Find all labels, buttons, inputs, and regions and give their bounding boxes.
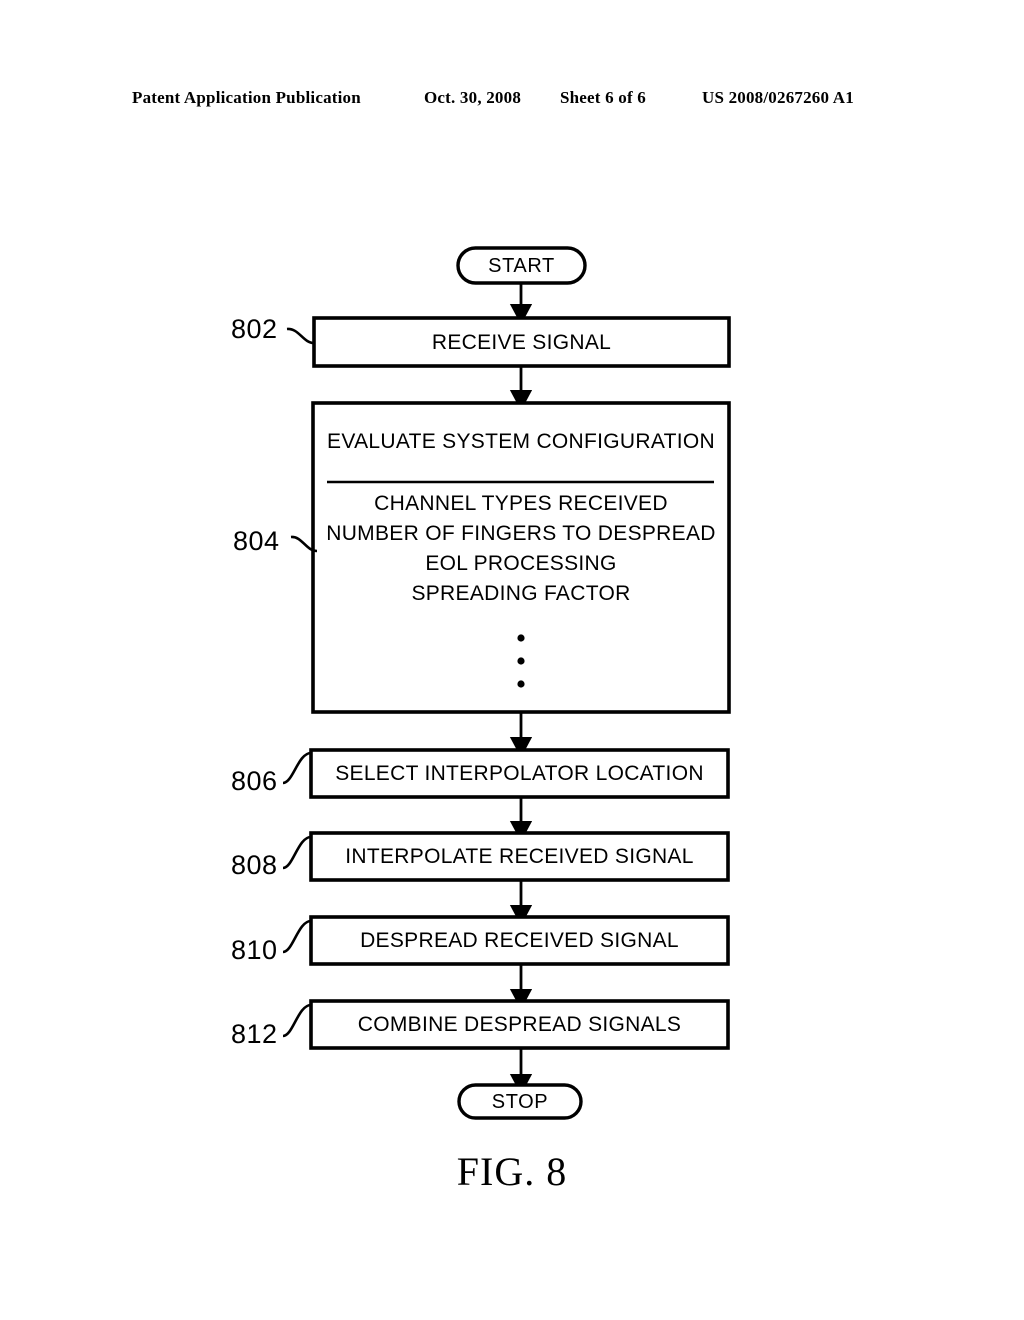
step-808-label: INTERPOLATE RECEIVED SIGNAL: [345, 845, 694, 868]
step-808-ref-number: 808: [231, 850, 278, 880]
step-806-label: SELECT INTERPOLATOR LOCATION: [335, 762, 704, 785]
step-804-item: EOL PROCESSING: [425, 552, 617, 575]
step-806-ref-number: 806: [231, 766, 278, 796]
leader-line-802: [286, 327, 315, 345]
step-812-label: COMBINE DESPREAD SIGNALS: [357, 1013, 682, 1036]
start-terminal-label: START: [488, 255, 555, 277]
step-804-item: SPREADING FACTOR: [411, 582, 631, 605]
leader-line-812: [282, 1003, 312, 1038]
step-810-ref-number: 810: [231, 935, 278, 965]
flowchart-svg: [282, 246, 731, 1120]
leader-line-808: [282, 835, 312, 870]
stop-terminal-label: STOP: [491, 1091, 549, 1113]
vertical-ellipsis-dot-2: [517, 657, 525, 665]
flowchart-figure-8: START STOP 802 RECEIVE SIGNAL 804 EVALUA…: [0, 0, 1024, 1320]
step-804-ref-number: 804: [233, 526, 280, 556]
step-802-ref-number: 802: [231, 314, 278, 344]
step-804-title: EVALUATE SYSTEM CONFIGURATION: [327, 430, 715, 453]
vertical-ellipsis-dot-1: [517, 634, 525, 642]
step-804-item-list: CHANNEL TYPES RECEIVED NUMBER OF FINGERS…: [313, 489, 729, 609]
leader-line-810: [282, 919, 312, 954]
step-804-item: NUMBER OF FINGERS TO DESPREAD: [326, 522, 716, 545]
leader-line-806: [282, 751, 312, 785]
step-810-label: DESPREAD RECEIVED SIGNAL: [360, 929, 679, 952]
step-812-ref-number: 812: [231, 1019, 278, 1049]
step-804-item: CHANNEL TYPES RECEIVED: [374, 492, 668, 515]
figure-caption: FIG. 8: [456, 1149, 568, 1194]
vertical-ellipsis-dot-3: [517, 680, 525, 688]
step-802-label: RECEIVE SIGNAL: [431, 331, 612, 354]
